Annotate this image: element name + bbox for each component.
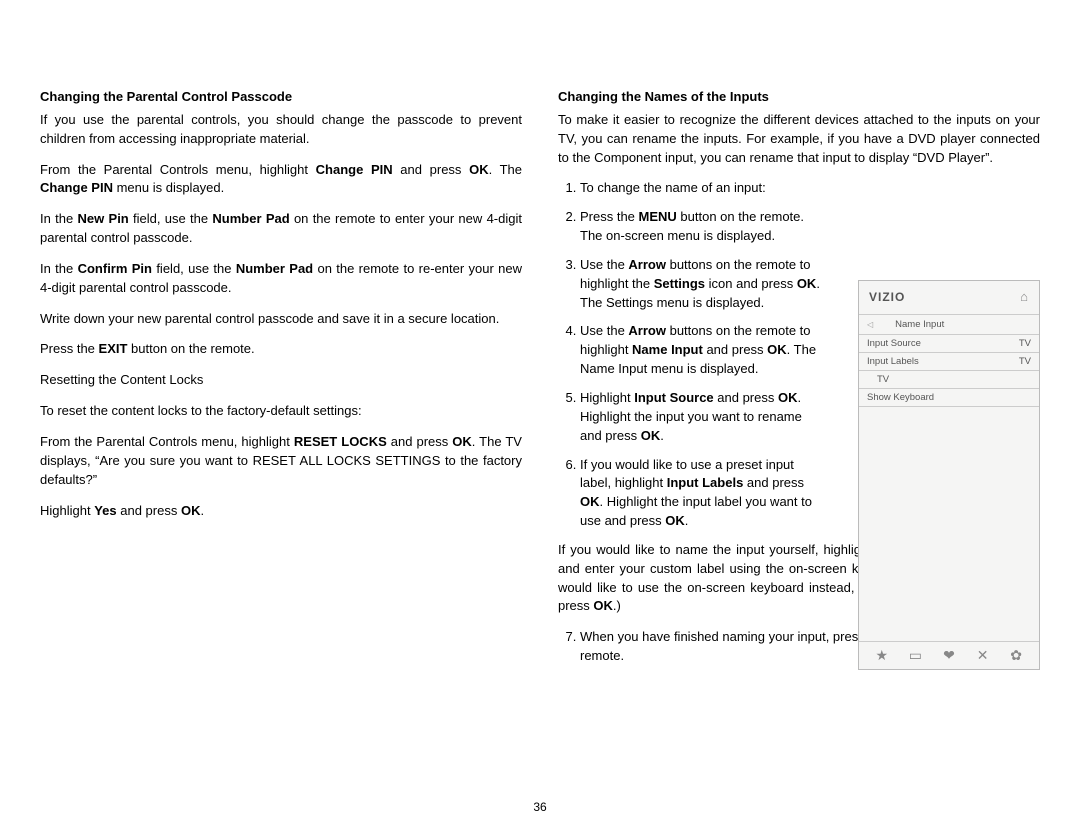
panel-breadcrumb: ◁ Name Input <box>859 315 1039 335</box>
close-icon: ✕ <box>972 645 994 665</box>
panel-spacer <box>859 407 1039 641</box>
panel-header: VIZIO ⌂ <box>859 281 1039 315</box>
para: Write down your new parental control pas… <box>40 310 522 329</box>
star-icon: ★ <box>871 645 893 665</box>
para: Highlight Yes and press OK. <box>40 502 522 521</box>
list-item: If you would like to use a preset input … <box>580 456 830 531</box>
para: To make it easier to recognize the diffe… <box>558 111 1040 168</box>
left-column: Changing the Parental Control Passcode I… <box>40 88 522 676</box>
right-column: Changing the Names of the Inputs To make… <box>558 88 1040 676</box>
heading-input-names: Changing the Names of the Inputs <box>558 88 1040 107</box>
page-number: 36 <box>0 799 1080 816</box>
panel-row-tv: TV <box>859 371 1039 389</box>
list-item: Use the Arrow buttons on the remote to h… <box>580 322 830 379</box>
panel-row-input-labels: Input Labels TV <box>859 353 1039 371</box>
list-item: Highlight Input Source and press OK. Hig… <box>580 389 830 446</box>
list-item: To change the name of an input: <box>580 179 830 198</box>
para: From the Parental Controls menu, highlig… <box>40 433 522 490</box>
page-body: Changing the Parental Control Passcode I… <box>40 88 1040 676</box>
home-icon: ⌂ <box>1020 288 1029 307</box>
back-icon: ◁ <box>867 319 873 331</box>
vizio-menu-panel: VIZIO ⌂ ◁ Name Input Input Source TV Inp… <box>858 280 1040 670</box>
screen-icon: ▭ <box>904 645 926 665</box>
para: From the Parental Controls menu, highlig… <box>40 161 522 199</box>
para: To reset the content locks to the factor… <box>40 402 522 421</box>
para: Resetting the Content Locks <box>40 371 522 390</box>
gear-icon: ✿ <box>1005 645 1027 665</box>
para: If you use the parental controls, you sh… <box>40 111 522 149</box>
brand-logo: VIZIO <box>869 289 905 306</box>
para: In the Confirm Pin field, use the Number… <box>40 260 522 298</box>
panel-row-show-keyboard: Show Keyboard <box>859 389 1039 407</box>
para: In the New Pin field, use the Number Pad… <box>40 210 522 248</box>
list-item: Use the Arrow buttons on the remote to h… <box>580 256 830 313</box>
panel-footer: ★ ▭ ❤ ✕ ✿ <box>859 641 1039 669</box>
panel-row-input-source: Input Source TV <box>859 335 1039 353</box>
para: Press the EXIT button on the remote. <box>40 340 522 359</box>
chevron-down-icon: ❤ <box>938 645 960 665</box>
list-item: Press the MENU button on the remote. The… <box>580 208 830 246</box>
heading-parental-passcode: Changing the Parental Control Passcode <box>40 88 522 107</box>
